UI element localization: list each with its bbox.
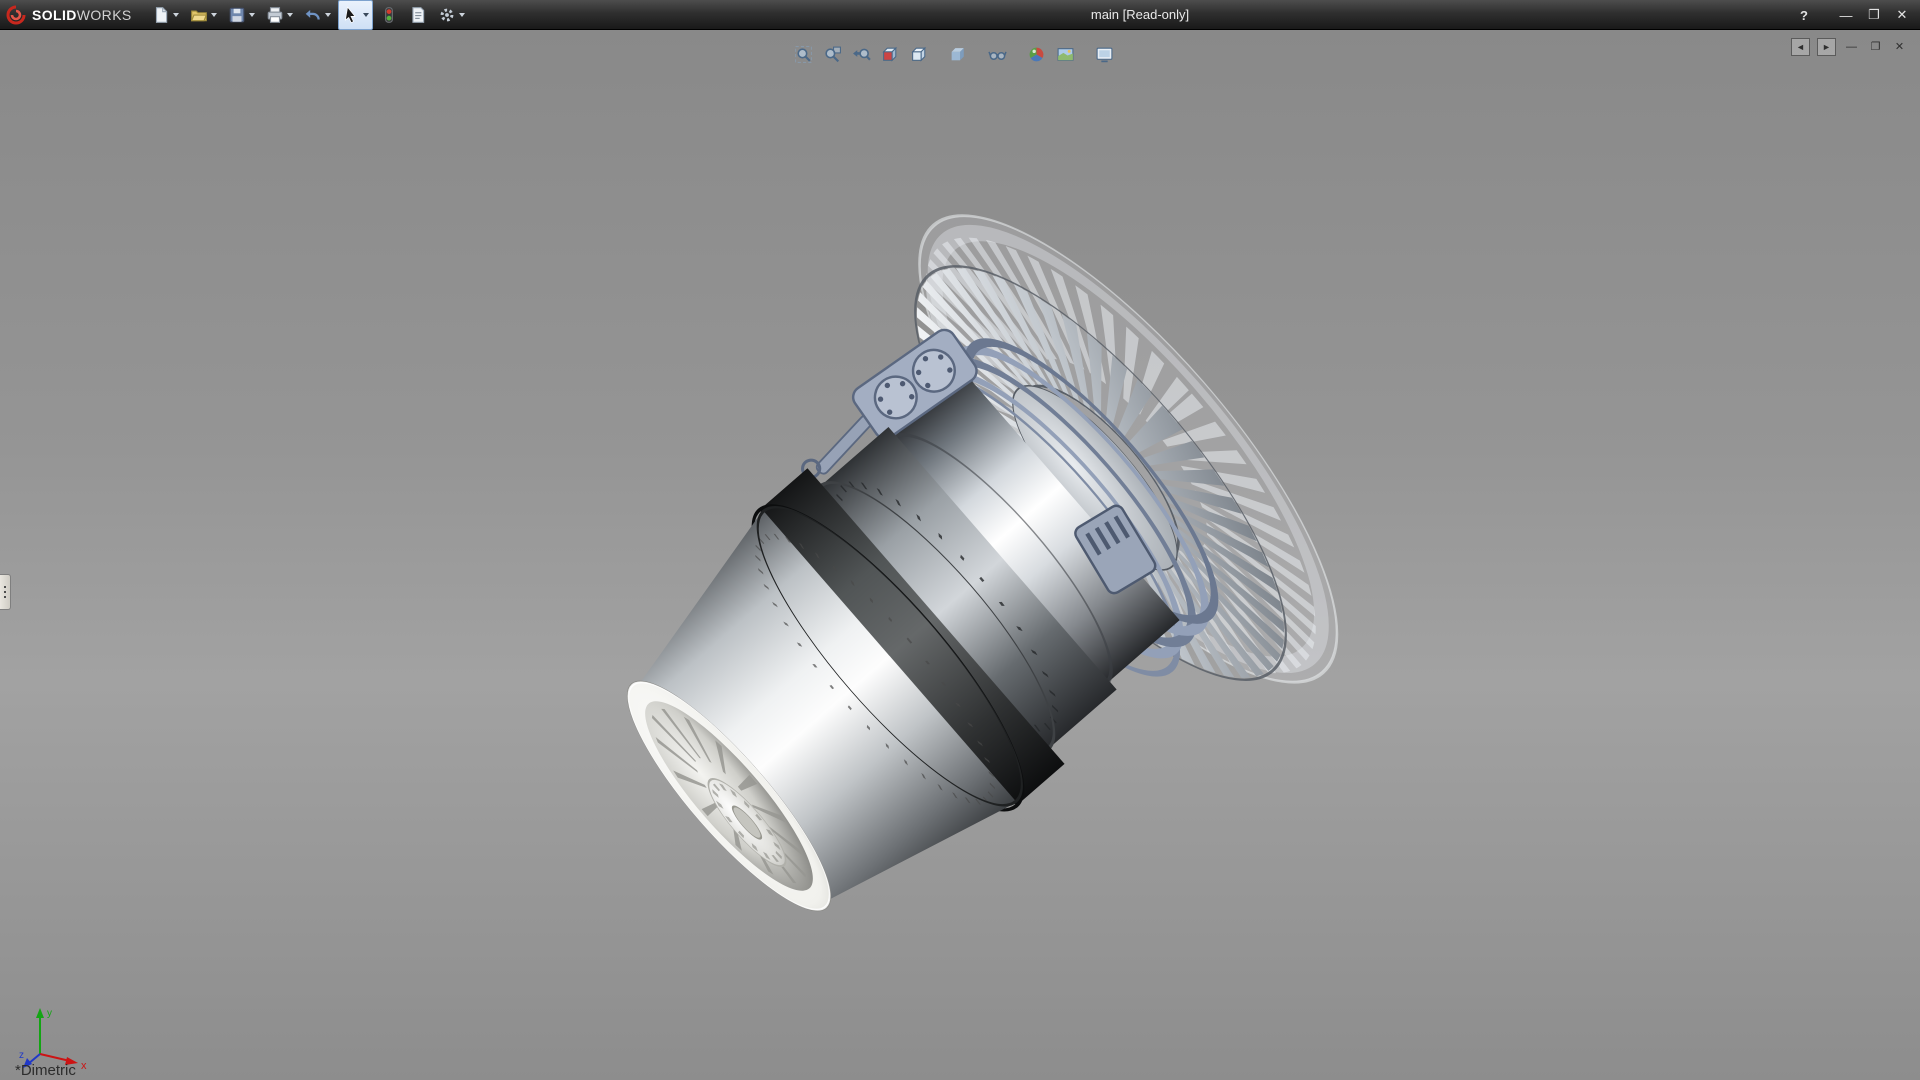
view-orientation-icon: [910, 45, 929, 64]
next-window-button[interactable]: ►: [1817, 38, 1836, 56]
view-orientation-button[interactable]: [907, 42, 932, 67]
select-dropdown[interactable]: [363, 13, 369, 17]
view-orientation-label: *Dimetric: [15, 1062, 76, 1079]
new-document-button[interactable]: [148, 0, 183, 30]
rebuild-traffic-light-icon: [380, 6, 398, 24]
options-gear-icon: [438, 6, 456, 24]
previous-window-button[interactable]: ◄: [1791, 38, 1810, 56]
z-axis-label: z: [19, 1050, 24, 1061]
headsup-view-toolbar: [791, 42, 1117, 67]
feature-manager-splitter[interactable]: [0, 574, 11, 610]
save-icon: [228, 6, 246, 24]
splitter-grip-dot: [4, 596, 6, 598]
y-axis-arrowhead: [36, 1008, 44, 1018]
apply-scene-button[interactable]: [1053, 42, 1078, 67]
select-button[interactable]: [338, 0, 373, 30]
titlebar: SOLIDWORKS: [0, 0, 1920, 30]
display-style-icon: [949, 45, 968, 64]
maximize-window-button[interactable]: ❐: [1862, 5, 1886, 25]
apply-scene-icon: [1056, 45, 1075, 64]
undo-button[interactable]: [300, 0, 335, 30]
x-axis-label: x: [81, 1060, 87, 1072]
headsup-separator: [932, 54, 946, 55]
section-view-button[interactable]: [878, 42, 903, 67]
close-document-button[interactable]: ✕: [1891, 39, 1908, 55]
app-name-bold: SOLID: [32, 7, 77, 23]
close-window-button[interactable]: ✕: [1890, 5, 1914, 25]
save-dropdown[interactable]: [249, 13, 255, 17]
print-button[interactable]: [262, 0, 297, 30]
zoom-to-area-button[interactable]: [820, 42, 845, 67]
jet-engine-model[interactable]: [506, 159, 1399, 1045]
document-title: main [Read-only]: [1091, 0, 1189, 30]
hide-show-items-icon: [988, 45, 1007, 64]
app-name-light: WORKS: [77, 7, 132, 23]
minimize-document-button[interactable]: —: [1843, 39, 1860, 55]
app-name: SOLIDWORKS: [32, 7, 132, 23]
options-button[interactable]: [434, 0, 469, 30]
edit-appearance-icon: [1027, 45, 1046, 64]
headsup-separator: [1010, 54, 1024, 55]
rebuild-button[interactable]: [376, 0, 402, 30]
help-button[interactable]: ?: [1792, 5, 1816, 25]
zoom-to-area-icon: [823, 45, 842, 64]
previous-view-icon: [852, 45, 871, 64]
display-style-button[interactable]: [946, 42, 971, 67]
headsup-separator: [971, 54, 985, 55]
file-properties-icon: [409, 6, 427, 24]
window-controls: ? — ❐ ✕: [1792, 0, 1914, 30]
solidworks-logo-icon: [6, 5, 26, 25]
options-dropdown[interactable]: [459, 13, 465, 17]
zoom-to-fit-icon: [794, 45, 813, 64]
file-properties-button[interactable]: [405, 0, 431, 30]
previous-view-button[interactable]: [849, 42, 874, 67]
new-document-icon: [152, 6, 170, 24]
undo-dropdown[interactable]: [325, 13, 331, 17]
zoom-to-fit-button[interactable]: [791, 42, 816, 67]
y-axis-label: y: [47, 1008, 52, 1019]
print-dropdown[interactable]: [287, 13, 293, 17]
edit-appearance-button[interactable]: [1024, 42, 1049, 67]
splitter-grip-dot: [4, 591, 6, 593]
select-cursor-icon: [342, 6, 360, 24]
restore-document-button[interactable]: ❐: [1867, 39, 1884, 55]
graphics-viewport[interactable]: ◄ ► — ❐ ✕ y x z *Dimetric: [0, 30, 1920, 1080]
view-settings-button[interactable]: [1092, 42, 1117, 67]
open-dropdown[interactable]: [211, 13, 217, 17]
headsup-zoom-group: [791, 42, 932, 67]
hide-show-items-button[interactable]: [985, 42, 1010, 67]
document-window-controls: ◄ ► — ❐ ✕: [1791, 38, 1908, 56]
section-view-icon: [881, 45, 900, 64]
new-document-dropdown[interactable]: [173, 13, 179, 17]
solidworks-logo: SOLIDWORKS: [6, 5, 132, 25]
main-toolbar: [148, 0, 469, 30]
x-axis: [40, 1054, 70, 1061]
save-button[interactable]: [224, 0, 259, 30]
headsup-separator: [1078, 54, 1092, 55]
minimize-window-button[interactable]: —: [1834, 5, 1858, 25]
view-settings-icon: [1095, 45, 1114, 64]
engine-3d-svg: [0, 30, 1920, 1080]
print-icon: [266, 6, 284, 24]
open-folder-icon: [190, 6, 208, 24]
open-button[interactable]: [186, 0, 221, 30]
undo-icon: [304, 6, 322, 24]
splitter-grip-dot: [4, 586, 6, 588]
